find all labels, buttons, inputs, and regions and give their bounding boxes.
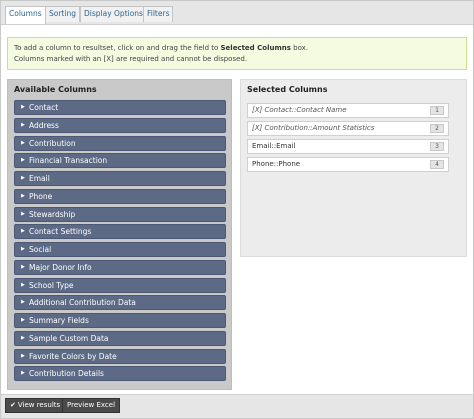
instructions-line-1: To add a column to resultset, click on a… bbox=[14, 43, 460, 54]
available-item-label: Phone bbox=[29, 192, 53, 201]
available-item-label: Contribution Details bbox=[29, 369, 104, 378]
instructions-box: To add a column to resultset, click on a… bbox=[7, 37, 467, 70]
available-item-label: Contribution bbox=[29, 139, 76, 148]
view-results-button[interactable]: ✔ View results bbox=[5, 398, 66, 413]
available-item-label: School Type bbox=[29, 281, 74, 290]
triangle-right-icon: ▶ bbox=[21, 335, 25, 341]
available-item-label: Contact Settings bbox=[29, 227, 92, 236]
available-item-label: Email bbox=[29, 174, 50, 183]
available-item-additional-contribution-data[interactable]: ▶ Additional Contribution Data bbox=[14, 295, 226, 310]
footer-bar: ✔ View results Preview Excel bbox=[1, 394, 473, 418]
report-builder: Columns Sorting Display Options Filters … bbox=[0, 0, 474, 419]
check-icon: ✔ bbox=[10, 401, 16, 409]
available-columns-title: Available Columns bbox=[14, 85, 97, 94]
available-item-social[interactable]: ▶ Social bbox=[14, 242, 226, 257]
triangle-right-icon: ▶ bbox=[21, 282, 25, 288]
available-item-summary-fields[interactable]: ▶ Summary Fields bbox=[14, 313, 226, 328]
available-item-email[interactable]: ▶ Email bbox=[14, 171, 226, 186]
triangle-right-icon: ▶ bbox=[21, 353, 25, 359]
available-item-label: Summary Fields bbox=[29, 316, 89, 325]
available-item-label: Major Donor Info bbox=[29, 263, 92, 272]
available-item-label: Contact bbox=[29, 103, 59, 112]
selected-item-label: Email::Email bbox=[252, 142, 296, 150]
order-badge: 1 bbox=[430, 106, 444, 115]
available-item-school-type[interactable]: ▶ School Type bbox=[14, 278, 226, 293]
instructions-line-2: Columns marked with an [X] are required … bbox=[14, 55, 248, 63]
preview-excel-button[interactable]: Preview Excel bbox=[62, 398, 121, 413]
triangle-right-icon: ▶ bbox=[21, 157, 25, 163]
available-item-contact[interactable]: ▶ Contact bbox=[14, 100, 226, 115]
triangle-right-icon: ▶ bbox=[21, 122, 25, 128]
available-item-label: Sample Custom Data bbox=[29, 334, 109, 343]
selected-item-amount-statistics[interactable]: [X] Contribution::Amount Statistics 2 bbox=[247, 121, 449, 136]
tab-filters[interactable]: Filters bbox=[143, 6, 174, 22]
tab-columns[interactable]: Columns bbox=[5, 6, 46, 24]
order-badge: 3 bbox=[430, 142, 444, 151]
tab-display-options[interactable]: Display Options bbox=[80, 6, 147, 22]
available-item-contribution[interactable]: ▶ Contribution bbox=[14, 136, 226, 151]
triangle-right-icon: ▶ bbox=[21, 104, 25, 110]
view-results-label: View results bbox=[17, 401, 61, 409]
selected-item-email[interactable]: Email::Email 3 bbox=[247, 139, 449, 154]
available-item-financial-transaction[interactable]: ▶ Financial Transaction bbox=[14, 153, 226, 168]
triangle-right-icon: ▶ bbox=[21, 264, 25, 270]
available-columns-panel: Available Columns ▶ Contact ▶ Address ▶ Con… bbox=[7, 79, 232, 390]
available-item-label: Social bbox=[29, 245, 52, 254]
selected-item-contact-name[interactable]: [X] Contact::Contact Name 1 bbox=[247, 103, 449, 118]
available-item-label: Address bbox=[29, 121, 59, 130]
tab-sorting[interactable]: Sorting bbox=[45, 6, 80, 22]
instructions-text: To add a column to resultset, click on a… bbox=[14, 44, 221, 52]
selected-columns-title: Selected Columns bbox=[247, 85, 328, 94]
available-item-contribution-details[interactable]: ▶ Contribution Details bbox=[14, 366, 226, 381]
available-item-sample-custom-data[interactable]: ▶ Sample Custom Data bbox=[14, 331, 226, 346]
triangle-right-icon: ▶ bbox=[21, 193, 25, 199]
available-item-stewardship[interactable]: ▶ Stewardship bbox=[14, 207, 226, 222]
order-badge: 4 bbox=[430, 160, 444, 169]
available-item-major-donor-info[interactable]: ▶ Major Donor Info bbox=[14, 260, 226, 275]
tab-bar: Columns Sorting Display Options Filters bbox=[1, 1, 473, 25]
triangle-right-icon: ▶ bbox=[21, 317, 25, 323]
available-item-address[interactable]: ▶ Address bbox=[14, 118, 226, 133]
triangle-right-icon: ▶ bbox=[21, 211, 25, 217]
selected-item-label: Phone::Phone bbox=[252, 160, 301, 168]
triangle-right-icon: ▶ bbox=[21, 140, 25, 146]
instructions-text-end: box. bbox=[290, 44, 309, 52]
available-item-label: Favorite Colors by Date bbox=[29, 352, 117, 361]
available-item-label: Stewardship bbox=[29, 210, 76, 219]
triangle-right-icon: ▶ bbox=[21, 299, 25, 305]
triangle-right-icon: ▶ bbox=[21, 370, 25, 376]
triangle-right-icon: ▶ bbox=[21, 246, 25, 252]
selected-item-label: [X] Contribution::Amount Statistics bbox=[252, 124, 375, 132]
available-item-label: Additional Contribution Data bbox=[29, 298, 136, 307]
selected-item-phone[interactable]: Phone::Phone 4 bbox=[247, 157, 449, 172]
available-item-favorite-colors-by-date[interactable]: ▶ Favorite Colors by Date bbox=[14, 349, 226, 364]
triangle-right-icon: ▶ bbox=[21, 175, 25, 181]
order-badge: 2 bbox=[430, 124, 444, 133]
selected-columns-panel: Selected Columns [X] Contact::Contact Na… bbox=[240, 79, 467, 257]
instructions-bold: Selected Columns bbox=[220, 44, 291, 52]
available-item-contact-settings[interactable]: ▶ Contact Settings bbox=[14, 224, 226, 239]
available-item-label: Financial Transaction bbox=[29, 156, 108, 165]
available-item-phone[interactable]: ▶ Phone bbox=[14, 189, 226, 204]
triangle-right-icon: ▶ bbox=[21, 228, 25, 234]
selected-item-label: [X] Contact::Contact Name bbox=[252, 106, 347, 114]
